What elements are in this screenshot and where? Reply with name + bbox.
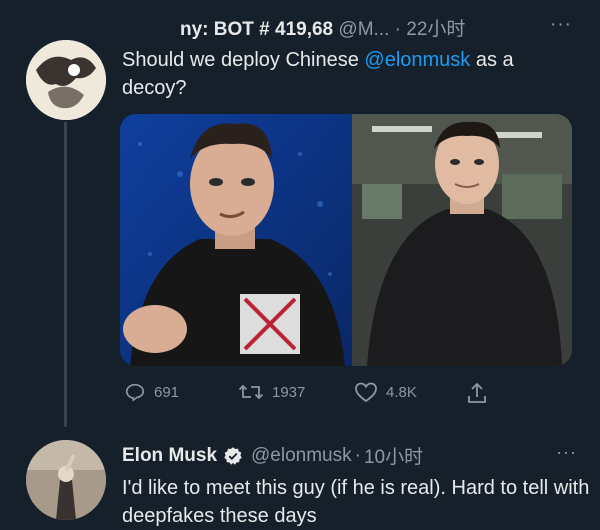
more-options-icon[interactable]: ··· bbox=[556, 442, 577, 463]
tweet-media[interactable] bbox=[120, 114, 572, 366]
more-options-icon[interactable]: ··· bbox=[550, 14, 572, 36]
avatar-image bbox=[26, 40, 106, 120]
tweet-header: ny: BOT # 419,68 @M... · 22小时 ··· bbox=[180, 14, 571, 41]
tweet-text: I'd like to meet this guy (if he is real… bbox=[122, 477, 590, 527]
share-button[interactable] bbox=[466, 381, 488, 405]
avatar-image bbox=[26, 440, 106, 520]
retweet-count: 1937 bbox=[272, 383, 306, 401]
handle[interactable]: @elonmusk bbox=[251, 445, 352, 467]
retweet-icon bbox=[238, 384, 264, 400]
thread-connector-line bbox=[64, 122, 67, 427]
retweet-button[interactable]: 1937 bbox=[238, 381, 305, 403]
reply-count: 691 bbox=[154, 383, 180, 401]
photo-right[interactable] bbox=[352, 114, 572, 366]
share-icon bbox=[468, 382, 486, 403]
display-name[interactable]: ny: BOT # 419,68 bbox=[180, 19, 333, 40]
display-name[interactable]: Elon Musk bbox=[122, 445, 217, 467]
verified-badge-icon bbox=[224, 446, 242, 465]
time-separator: · bbox=[394, 19, 401, 40]
avatar[interactable] bbox=[26, 40, 106, 120]
like-count: 4.8K bbox=[386, 383, 417, 401]
mention-link[interactable]: @elonmusk bbox=[364, 49, 470, 71]
time-separator: · bbox=[354, 444, 361, 466]
reply-button[interactable]: 691 bbox=[124, 381, 179, 403]
reply-icon bbox=[125, 383, 145, 402]
tweet-text-part: Should we deploy Chinese bbox=[122, 49, 365, 71]
timestamp[interactable]: 10小时 bbox=[364, 442, 423, 469]
tweet-header: Elon Musk @elonmusk · 10小时 bbox=[122, 442, 423, 469]
handle[interactable]: @M... bbox=[338, 19, 389, 40]
avatar[interactable] bbox=[26, 440, 106, 520]
like-icon bbox=[355, 382, 377, 402]
like-button[interactable]: 4.8K bbox=[354, 381, 417, 403]
photo-left[interactable] bbox=[120, 114, 352, 366]
tweet-text: Should we deploy Chinese @elonmusk as a … bbox=[122, 46, 582, 102]
timestamp[interactable]: 22小时 bbox=[406, 19, 465, 40]
